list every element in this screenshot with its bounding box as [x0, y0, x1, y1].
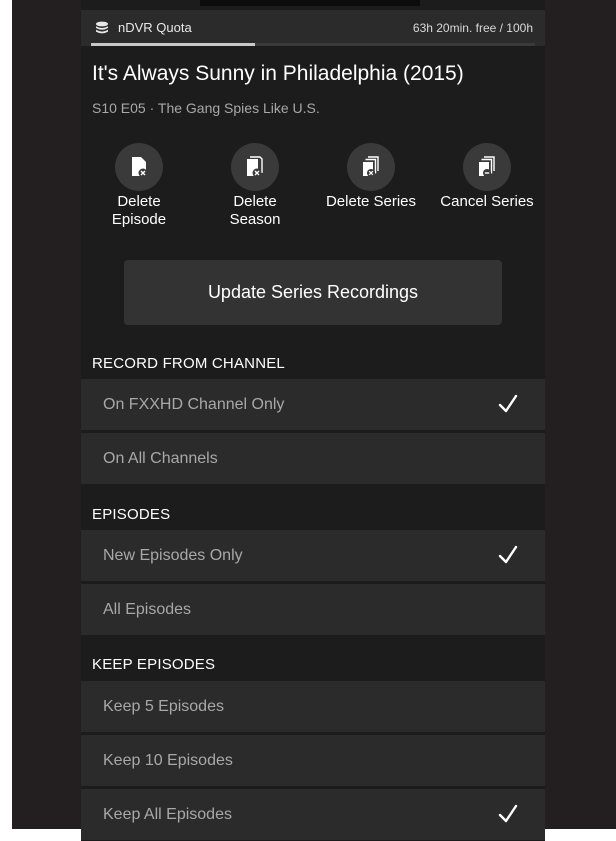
cancel-series-circle[interactable] [463, 143, 511, 191]
quota-progress-fill [91, 43, 256, 46]
checkmark-icon [498, 804, 518, 823]
episode-subtitle: S10 E05 · The Gang Spies Like U.S. [92, 100, 320, 116]
delete-series-circle[interactable] [347, 143, 395, 191]
cancel-series-icon [479, 156, 495, 177]
section-header-keep-episodes: KEEP EPISODES [92, 656, 216, 673]
database-icon [96, 21, 108, 34]
delete-season-label-line1: Delete [233, 193, 277, 210]
delete-episode-icon [132, 157, 148, 178]
show-title: It's Always Sunny in Philadelphia (2015) [92, 62, 464, 85]
option-label: New Episodes Only [103, 547, 243, 564]
section-header-episodes: EPISODES [92, 506, 171, 523]
option-all-episodes[interactable]: All Episodes [81, 584, 545, 635]
delete-episode-label-line2: Episode [111, 211, 167, 228]
delete-season-button[interactable]: Delete Season [200, 143, 310, 229]
quota-progress-track [91, 43, 535, 46]
quota-free-text: 63h 20min. free / 100h [412, 21, 533, 35]
delete-series-label-line1: Delete Series [325, 193, 417, 210]
delete-series-icon [363, 156, 379, 177]
cancel-series-button[interactable]: Cancel Series [432, 143, 542, 211]
option-fxxhd-channel-only[interactable]: On FXXHD Channel Only [81, 379, 545, 430]
option-all-channels[interactable]: On All Channels [81, 433, 545, 484]
option-label: Keep 5 Episodes [103, 698, 224, 715]
delete-episode-circle[interactable] [115, 143, 163, 191]
update-series-recordings-button[interactable]: Update Series Recordings [124, 260, 502, 325]
ndvr-quota-bar: nDVR Quota 63h 20min. free / 100h [81, 10, 545, 46]
option-label: All Episodes [103, 601, 192, 618]
section-header-record-from-channel: RECORD FROM CHANNEL [92, 355, 285, 372]
delete-series-button[interactable]: Delete Series [316, 143, 426, 211]
delete-episode-label-line1: Delete [117, 193, 161, 210]
option-label: On All Channels [103, 450, 218, 467]
delete-episode-button[interactable]: Delete Episode [84, 143, 194, 229]
option-keep-all-episodes[interactable]: Keep All Episodes [81, 789, 545, 840]
option-keep-5-episodes[interactable]: Keep 5 Episodes [81, 681, 545, 732]
delete-season-label-line2: Season [229, 211, 281, 228]
option-label: On FXXHD Channel Only [103, 396, 285, 413]
option-label: Keep All Episodes [103, 806, 232, 823]
cancel-series-label-line1: Cancel Series [440, 193, 534, 210]
option-new-episodes-only[interactable]: New Episodes Only [81, 530, 545, 581]
checkmark-icon [498, 394, 518, 413]
delete-season-icon [247, 156, 263, 178]
delete-season-circle[interactable] [231, 143, 279, 191]
checkmark-icon [498, 545, 518, 564]
option-keep-10-episodes[interactable]: Keep 10 Episodes [81, 735, 545, 786]
quota-label: nDVR Quota [118, 20, 192, 35]
top-edge [200, 0, 420, 6]
option-label: Keep 10 Episodes [103, 752, 233, 769]
